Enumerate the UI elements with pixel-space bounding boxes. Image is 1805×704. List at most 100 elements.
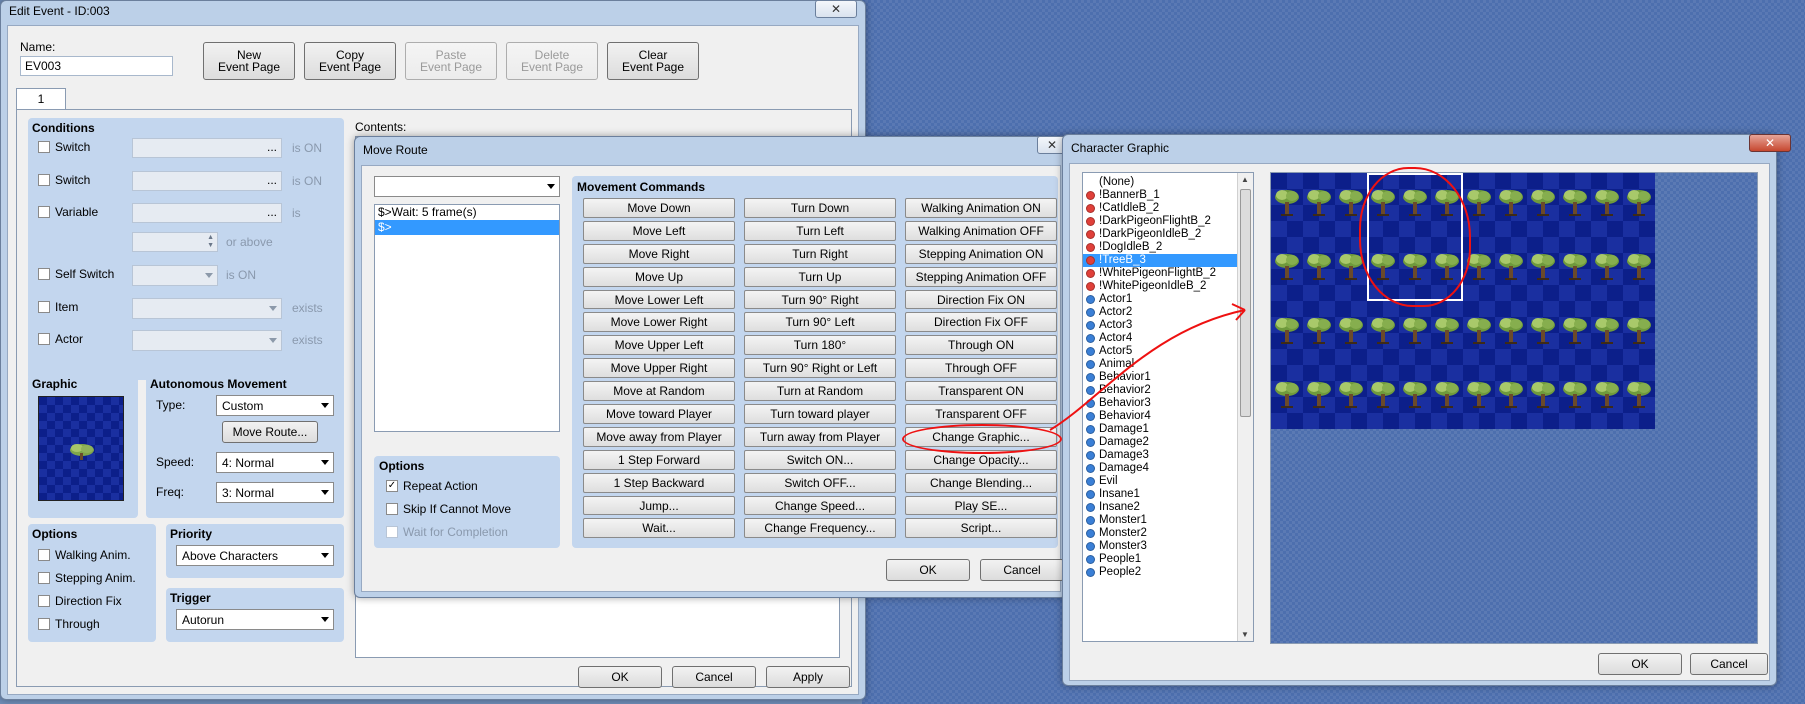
move-route-button[interactable]: Move Route... [222,421,318,443]
command-button[interactable]: Stepping Animation OFF [905,266,1057,287]
event-graphic-preview[interactable] [38,396,124,501]
scroll-up-arrow-icon[interactable]: ▲ [1241,175,1249,184]
item-checkbox[interactable]: Item [38,300,78,314]
switch2-checkbox[interactable]: Switch [38,173,90,187]
command-button[interactable]: Direction Fix OFF [905,312,1057,333]
command-button[interactable]: Jump... [583,495,735,516]
actor-select[interactable] [132,330,282,351]
command-button[interactable]: Move away from Player [583,426,735,447]
edit-event-cancel-button[interactable]: Cancel [672,666,756,688]
movement-speed-select[interactable]: 4: Normal [216,452,334,473]
graphic-preview-area[interactable] [1270,167,1758,644]
command-button[interactable]: Wait... [583,518,735,539]
command-button[interactable]: Through ON [905,335,1057,356]
command-button[interactable]: Walking Animation OFF [905,220,1057,241]
command-button[interactable]: Move Upper Right [583,358,735,379]
scroll-down-arrow-icon[interactable]: ▼ [1241,630,1249,639]
move-route-ok-button[interactable]: OK [886,559,970,581]
command-button[interactable]: Stepping Animation ON [905,243,1057,264]
trigger-select[interactable]: Autorun [176,609,334,630]
graphic-file-item[interactable]: Damage3 [1083,449,1253,462]
command-button[interactable]: Turn Left [744,220,896,241]
command-button[interactable]: Transparent ON [905,381,1057,402]
wait-for-completion-checkbox[interactable]: Wait for Completion [386,525,508,539]
movement-freq-select[interactable]: 3: Normal [216,482,334,503]
variable-field[interactable]: ... [132,203,282,223]
command-button[interactable]: Change Frequency... [744,518,896,539]
copy-event-page-button[interactable]: Copy Event Page [304,42,396,80]
graphic-file-item[interactable]: !CatIdleB_2 [1083,202,1253,215]
edit-event-apply-button[interactable]: Apply [766,666,850,688]
command-button[interactable]: Turn away from Player [744,426,896,447]
new-event-page-button[interactable]: New Event Page [203,42,295,80]
graphic-file-item[interactable]: !DarkPigeonIdleB_2 [1083,228,1253,241]
self-switch-checkbox[interactable]: Self Switch [38,267,114,281]
command-button[interactable]: Turn 90° Right [744,289,896,310]
command-button[interactable]: Transparent OFF [905,404,1057,424]
command-button[interactable]: Walking Animation ON [905,198,1057,218]
variable-value-spinner[interactable]: ▲ ▼ [132,232,218,252]
command-button[interactable]: Switch ON... [744,449,896,470]
command-button[interactable]: Script... [905,518,1057,539]
command-button[interactable]: Turn at Random [744,381,896,402]
command-button[interactable]: Through OFF [905,358,1057,379]
skip-if-cannot-move-checkbox[interactable]: Skip If Cannot Move [386,502,511,516]
delete-event-page-button[interactable]: Delete Event Page [506,42,598,80]
character-graphic-ok-button[interactable]: OK [1598,653,1682,675]
graphic-file-item[interactable]: (None) [1083,176,1253,189]
command-button[interactable]: Turn Down [744,198,896,218]
graphic-file-item[interactable]: !DarkPigeonFlightB_2 [1083,215,1253,228]
clear-event-page-button[interactable]: Clear Event Page [607,42,699,80]
graphic-file-item[interactable]: Monster3 [1083,540,1253,553]
command-button[interactable]: Move Upper Left [583,335,735,356]
graphic-file-item[interactable]: Insane2 [1083,501,1253,514]
walking-anim-checkbox[interactable]: Walking Anim. [38,548,131,562]
command-button[interactable]: Move Lower Left [583,289,735,310]
switch1-checkbox[interactable]: Switch [38,140,90,154]
command-button[interactable]: Direction Fix ON [905,289,1057,310]
paste-event-page-button[interactable]: Paste Event Page [405,42,497,80]
graphic-file-item[interactable]: People2 [1083,566,1253,579]
command-button[interactable]: 1 Step Forward [583,449,735,470]
self-switch-select[interactable] [132,265,218,286]
route-list-item[interactable]: $>Wait: 5 frame(s) [375,205,559,220]
graphic-file-item[interactable]: !BannerB_1 [1083,189,1253,202]
priority-select[interactable]: Above Characters [176,545,334,566]
graphic-file-item[interactable]: !WhitePigeonFlightB_2 [1083,267,1253,280]
graphic-file-item[interactable]: !TreeB_3 [1083,254,1253,267]
command-button[interactable]: Change Blending... [905,472,1057,493]
move-route-target-select[interactable] [374,176,560,197]
actor-checkbox[interactable]: Actor [38,332,83,346]
command-button[interactable]: Play SE... [905,495,1057,516]
command-button[interactable]: Change Speed... [744,495,896,516]
command-button[interactable]: Turn 90° Left [744,312,896,333]
move-route-command-list[interactable]: $>Wait: 5 frame(s) $> [374,204,560,432]
command-button[interactable]: Move Lower Right [583,312,735,333]
repeat-action-checkbox[interactable]: ✓ Repeat Action [386,479,478,493]
command-button[interactable]: Move toward Player [583,404,735,424]
graphic-file-item[interactable]: Damage4 [1083,462,1253,475]
graphic-file-item[interactable]: Insane1 [1083,488,1253,501]
graphic-file-item[interactable]: Monster1 [1083,514,1253,527]
command-button[interactable]: Switch OFF... [744,472,896,493]
item-select[interactable] [132,298,282,319]
command-button[interactable]: Move Up [583,266,735,287]
switch1-field[interactable]: ... [132,138,282,158]
command-button[interactable]: Turn 90° Right or Left [744,358,896,379]
graphic-file-item[interactable]: Evil [1083,475,1253,488]
command-button[interactable]: Turn 180° [744,335,896,356]
command-button[interactable]: Move at Random [583,381,735,402]
edit-event-close-button[interactable]: ✕ [815,0,857,18]
move-route-cancel-button[interactable]: Cancel [980,559,1064,581]
movement-type-select[interactable]: Custom [216,395,334,416]
edit-event-ok-button[interactable]: OK [578,666,662,688]
event-name-input[interactable]: EV003 [20,56,173,76]
route-list-item-selected[interactable]: $> [375,220,559,235]
command-button[interactable]: Turn toward player [744,404,896,424]
command-button[interactable]: Move Right [583,243,735,264]
stepping-anim-checkbox[interactable]: Stepping Anim. [38,571,136,585]
tab-page-1[interactable]: 1 [16,88,66,110]
direction-fix-checkbox[interactable]: Direction Fix [38,594,122,608]
command-button[interactable]: Move Down [583,198,735,218]
graphic-file-item[interactable]: Monster2 [1083,527,1253,540]
